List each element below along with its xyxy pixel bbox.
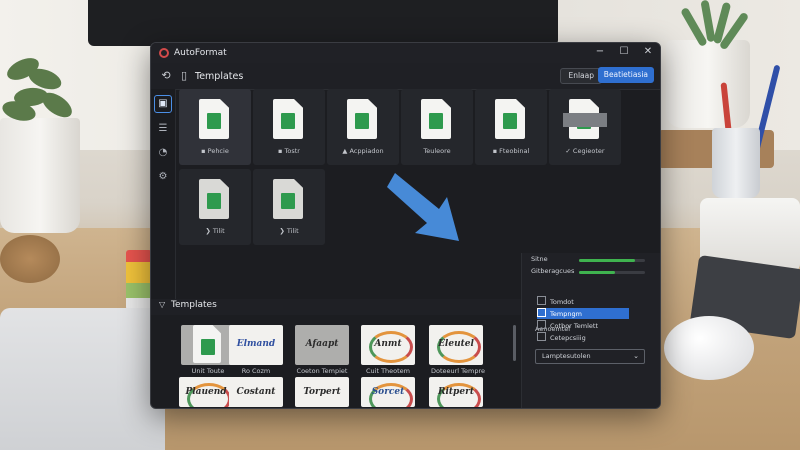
template-dropdown[interactable]: Lamptesutolen ⌄ xyxy=(535,349,645,364)
templates-section-title: Templates xyxy=(171,300,217,310)
option-item[interactable]: Tomdot xyxy=(537,296,629,307)
pie-icon[interactable]: ◔ xyxy=(155,145,171,161)
option-label: Tempngm xyxy=(550,310,582,318)
file-tile[interactable]: ❯ Tilit xyxy=(179,169,251,245)
background-monitor xyxy=(88,0,558,46)
checkbox-icon xyxy=(537,296,546,305)
template-art-text: Afaapt xyxy=(305,339,339,349)
checkbox-icon xyxy=(537,320,546,329)
document-icon: ▯ xyxy=(180,69,188,82)
file-label: ✓ Cegieoter xyxy=(565,147,605,155)
option-item[interactable]: Cetepcsiiig xyxy=(537,332,629,343)
back-icon[interactable]: ⟲ xyxy=(159,69,173,83)
spreadsheet-icon xyxy=(347,99,377,139)
toolbar-title: Templates xyxy=(195,70,244,82)
pen-cup xyxy=(712,128,760,198)
template-card[interactable]: Torpert xyxy=(295,377,349,407)
file-label: ▪ Pehcie xyxy=(201,147,229,155)
spreadsheet-icon xyxy=(199,179,229,219)
file-label: ❯ Tilit xyxy=(279,227,299,235)
gallery-scrollbar[interactable] xyxy=(513,325,516,361)
toolbar: ⟲ ▯ Templates Enlaap Beatietiasia xyxy=(151,63,660,90)
template-art-text: Eleutel xyxy=(438,339,474,349)
sticky-notes xyxy=(126,250,152,310)
file-tile[interactable]: ▪ Pehcie xyxy=(179,89,251,165)
drag-arrow-icon xyxy=(387,173,459,241)
checkbox-icon xyxy=(537,332,546,341)
template-card[interactable]: Ritpert xyxy=(429,377,483,407)
template-card[interactable]: Elmand xyxy=(229,325,283,365)
template-card[interactable]: Anmt xyxy=(361,325,415,365)
file-label: ▪ Fteobinal xyxy=(492,147,530,155)
spreadsheet-icon xyxy=(495,99,525,139)
template-caption: Ro Cozm xyxy=(241,367,271,375)
template-card[interactable]: Plauend xyxy=(179,377,233,407)
window-controls: − ☐ ✕ xyxy=(594,46,654,58)
option-label: Cotbor Temlett xyxy=(550,322,599,330)
template-card[interactable]: Costant xyxy=(229,377,283,407)
cork-coaster xyxy=(0,235,60,283)
title-bar: AutoFormat − ☐ ✕ xyxy=(151,43,660,63)
progress-label: Gitberagcues xyxy=(531,267,575,275)
autoformat-window: AutoFormat − ☐ ✕ ⟲ ▯ Templates Enlaap Be… xyxy=(150,42,661,409)
template-gallery: Elmand Afaapt Anmt Eleutel Unit Toute Ro… xyxy=(175,319,520,408)
file-tile[interactable]: ✓ Cegieoter xyxy=(549,89,621,165)
spreadsheet-icon xyxy=(199,99,229,139)
chevron-down-icon: ⌄ xyxy=(633,352,639,360)
spreadsheet-icon xyxy=(193,325,221,363)
template-art-text: Plauend xyxy=(185,387,227,397)
spreadsheet-icon xyxy=(273,99,303,139)
spreadsheet-icon xyxy=(273,179,303,219)
side-rail: ▣ ☰ ◔ ⚙ xyxy=(151,89,176,299)
template-art-text: Ritpert xyxy=(438,387,474,397)
laptop-keyboard xyxy=(0,308,165,450)
template-card[interactable]: Sorcet xyxy=(361,377,415,407)
file-tile[interactable]: ❯ Tilit xyxy=(253,169,325,245)
progress-fill xyxy=(579,271,615,274)
spreadsheet-icon xyxy=(421,99,451,139)
template-caption: Coeton Tempiet xyxy=(296,367,348,375)
primary-button[interactable]: Beatietiasia xyxy=(597,67,654,83)
template-caption: Doteeurl Tempre xyxy=(430,367,486,375)
redaction-band xyxy=(563,113,607,127)
layout-icon[interactable]: ▣ xyxy=(154,95,172,113)
file-tile[interactable]: ▪ Fteobinal xyxy=(475,89,547,165)
option-label: Cetepcsiiig xyxy=(550,334,586,342)
template-art-text: Costant xyxy=(236,387,276,397)
maximize-icon[interactable]: ☐ xyxy=(618,46,630,58)
computer-mouse xyxy=(664,316,754,380)
chevron-down-icon[interactable]: ▽ xyxy=(159,300,165,309)
close-icon[interactable]: ✕ xyxy=(642,46,654,58)
template-art-text: Anmt xyxy=(374,339,402,349)
progress-label: Sitne xyxy=(531,255,548,263)
template-card[interactable] xyxy=(181,325,235,365)
template-art-text: Sorcet xyxy=(371,387,405,397)
template-caption: Cuit Theotem xyxy=(365,367,411,375)
dropdown-value: Lamptesutolen xyxy=(542,352,591,360)
list-icon[interactable]: ☰ xyxy=(155,121,171,137)
file-label: Teuleore xyxy=(423,147,451,155)
option-item[interactable]: Cotbor Temlett xyxy=(537,320,629,331)
template-card[interactable]: Afaapt xyxy=(295,325,349,365)
file-label: ▲ Acppiadon xyxy=(342,147,384,155)
plant-pot xyxy=(0,118,80,233)
file-tile[interactable]: ▲ Acppiadon xyxy=(327,89,399,165)
template-art-text: Elmand xyxy=(236,339,276,349)
succulent-pot xyxy=(666,40,750,128)
secondary-button[interactable]: Enlaap xyxy=(560,68,602,84)
app-logo-icon xyxy=(159,48,169,58)
window-title: AutoFormat xyxy=(174,48,227,58)
template-art-text: Torpert xyxy=(303,387,341,397)
file-label: ❯ Tilit xyxy=(205,227,225,235)
option-item-selected[interactable]: Tempngm xyxy=(537,308,629,319)
minimize-icon[interactable]: − xyxy=(594,46,606,58)
option-label: Tomdot xyxy=(550,298,574,306)
template-card[interactable]: Eleutel xyxy=(429,325,483,365)
file-tile[interactable]: ▪ Tostr xyxy=(253,89,325,165)
file-tile[interactable]: Teuleore xyxy=(401,89,473,165)
gear-icon[interactable]: ⚙ xyxy=(155,169,171,185)
file-label: ▪ Tostr xyxy=(278,147,300,155)
progress-fill xyxy=(579,259,635,262)
checkbox-icon xyxy=(537,308,546,317)
